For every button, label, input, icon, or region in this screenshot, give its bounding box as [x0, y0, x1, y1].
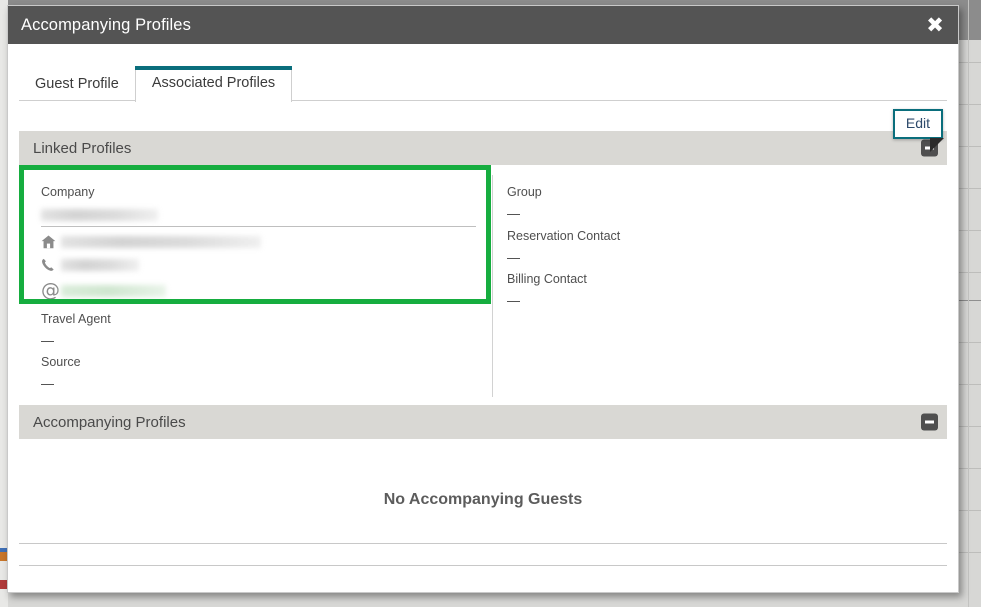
tab-associated-profiles[interactable]: Associated Profiles	[134, 66, 293, 102]
tab-guest-profile[interactable]: Guest Profile	[19, 68, 135, 101]
accompanying-profiles-section: Accompanying Profiles No Accompanying Gu…	[8, 405, 958, 574]
empty-state-message: No Accompanying Guests	[383, 491, 583, 508]
field-reservation-contact: Reservation Contact —	[507, 229, 620, 265]
contact-row-address	[41, 235, 261, 249]
field-billing-contact: Billing Contact —	[507, 272, 587, 308]
accompanying-profiles-modal: Accompanying Profiles ✖ Guest Profile As…	[7, 5, 959, 593]
company-name-redacted-value	[41, 209, 158, 221]
background-column-line	[968, 0, 969, 607]
tab-bar: Guest Profile Associated Profiles	[8, 61, 958, 102]
field-value: —	[507, 293, 520, 308]
field-label: Travel Agent	[41, 312, 111, 326]
background-marker	[0, 552, 7, 561]
accompanying-profiles-body: No Accompanying Guests	[19, 439, 947, 574]
edit-button[interactable]: Edit	[892, 109, 943, 140]
close-icon[interactable]: ✖	[922, 12, 948, 38]
linked-profiles-section: Linked Profiles Company @ Travel Agent —…	[8, 131, 958, 405]
section-title: Accompanying Profiles	[33, 413, 186, 431]
field-group: Group —	[507, 185, 542, 221]
home-icon	[41, 235, 61, 249]
company-field-underline	[41, 226, 476, 227]
column-divider	[492, 175, 493, 397]
callout-pointer	[930, 138, 944, 153]
page-root: Accompanying Profiles ✖ Guest Profile As…	[0, 0, 981, 607]
linked-profiles-body: Company @ Travel Agent — Source — Group …	[19, 165, 947, 405]
field-value: —	[507, 206, 520, 221]
field-label: Source	[41, 355, 81, 369]
email-redacted-value	[61, 284, 166, 297]
contact-row-phone	[41, 258, 139, 272]
address-redacted-value	[61, 236, 261, 248]
phone-icon	[41, 258, 61, 272]
divider	[19, 543, 947, 544]
collapse-icon[interactable]	[921, 413, 938, 431]
field-label: Reservation Contact	[507, 229, 621, 243]
field-company: Company	[41, 185, 95, 199]
field-label: Group	[507, 185, 542, 199]
field-source: Source —	[41, 355, 81, 391]
edit-button-callout: Edit	[892, 109, 944, 153]
contact-row-email: @	[41, 281, 166, 300]
field-travel-agent: Travel Agent —	[41, 312, 111, 348]
background-marker	[0, 580, 7, 589]
field-value: —	[507, 250, 520, 265]
modal-header: Accompanying Profiles ✖	[8, 6, 958, 44]
field-value: —	[41, 376, 54, 391]
divider	[19, 565, 947, 566]
section-header-linked-profiles: Linked Profiles	[19, 131, 947, 165]
section-header-accompanying-profiles: Accompanying Profiles	[19, 405, 947, 439]
field-value: —	[41, 333, 54, 348]
page-title: Accompanying Profiles	[21, 15, 191, 34]
phone-redacted-value	[61, 259, 139, 271]
field-label: Billing Contact	[507, 272, 587, 286]
section-title: Linked Profiles	[33, 139, 132, 157]
email-at-icon: @	[41, 279, 60, 301]
field-label: Company	[41, 185, 95, 199]
